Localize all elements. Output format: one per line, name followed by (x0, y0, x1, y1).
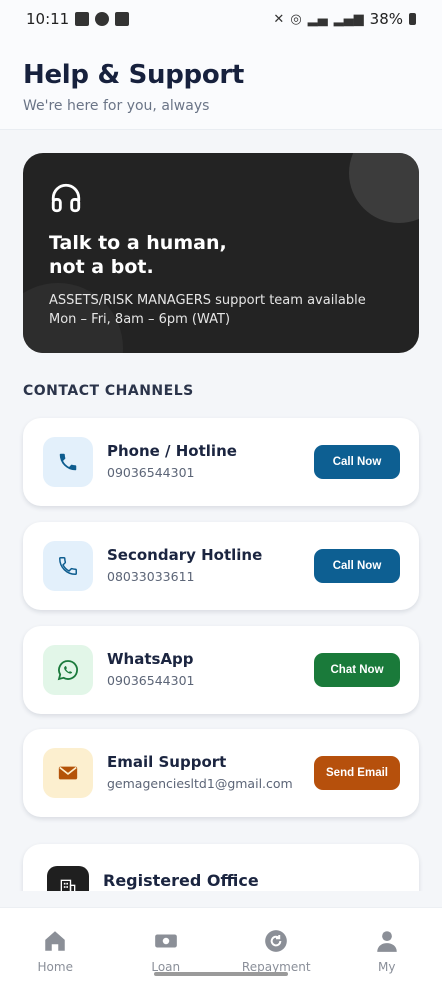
nav-label: My (378, 960, 396, 974)
status-right: ✕ ◎ ▂▄ ▂▄▆ 38% (273, 10, 416, 28)
signal-2-icon: ▂▄▆ (333, 11, 364, 27)
contact-value: 09036544301 (107, 673, 195, 688)
app-notification-icon (115, 12, 130, 26)
mail-icon (58, 766, 78, 780)
person-icon (377, 931, 397, 952)
section-title: CONTACT CHANNELS (23, 383, 194, 399)
phone-outline-icon (59, 557, 77, 575)
building-icon-tile (47, 866, 89, 891)
registered-office-card[interactable]: Registered Office (23, 844, 419, 891)
headphones-icon (51, 183, 81, 213)
nav-label: Home (37, 960, 73, 974)
contact-title: Secondary Hotline (107, 546, 263, 564)
phone-icon-tile (43, 437, 93, 487)
nav-item-my[interactable]: My (332, 908, 442, 983)
contact-card-whatsapp: WhatsApp 09036544301 Chat Now (23, 626, 419, 714)
gallery-icon (75, 12, 90, 26)
home-icon (45, 931, 65, 951)
whatsapp-icon (57, 660, 78, 681)
mail-icon-tile (43, 748, 93, 798)
page-title: Help & Support (23, 60, 245, 90)
home-indicator[interactable] (154, 972, 288, 976)
hero-description-line2: Mon – Fri, 8am – 6pm (WAT) (49, 312, 231, 327)
contact-title: Email Support (107, 753, 227, 771)
chat-now-button[interactable]: Chat Now (314, 653, 400, 687)
status-time: 10:11 (26, 10, 70, 28)
signal-icon: ▂▄ (307, 11, 328, 27)
contact-value: gemagenciesltd1@gmail.com (107, 776, 293, 791)
call-now-button[interactable]: Call Now (314, 549, 400, 583)
page-subtitle: We're here for you, always (23, 98, 210, 114)
nav-item-home[interactable]: Home (0, 908, 111, 983)
hero-title-line2: not a bot. (49, 256, 154, 278)
office-title: Registered Office (103, 871, 259, 890)
battery-text: 38% (369, 10, 403, 28)
page-header: Help & Support We're here for you, alway… (0, 38, 442, 130)
contact-title: Phone / Hotline (107, 442, 237, 460)
mute-icon: ✕ (273, 11, 285, 27)
contact-card-email: Email Support gemagenciesltd1@gmail.com … (23, 729, 419, 817)
hero-title-line1: Talk to a human, (49, 232, 227, 254)
decorative-circle (349, 153, 419, 223)
hotspot-icon: ◎ (290, 11, 302, 27)
status-bar: 10:11 ✕ ◎ ▂▄ ▂▄▆ 38% (0, 0, 442, 38)
contact-title: WhatsApp (107, 650, 194, 668)
hero-description-line1: ASSETS/RISK MANAGERS support team availa… (49, 293, 366, 308)
hero-title: Talk to a human, not a bot. (49, 231, 227, 279)
phone-icon (59, 453, 77, 471)
support-hero-card: Talk to a human, not a bot. ASSETS/RISK … (23, 153, 419, 353)
whatsapp-status-icon (95, 12, 110, 26)
send-email-button[interactable]: Send Email (314, 756, 400, 790)
contact-value: 09036544301 (107, 465, 195, 480)
whatsapp-icon-tile (43, 645, 93, 695)
phone-icon-tile (43, 541, 93, 591)
contact-card-phone: Phone / Hotline 09036544301 Call Now (23, 418, 419, 506)
scroll-content[interactable]: Talk to a human, not a bot. ASSETS/RISK … (0, 131, 442, 891)
battery-icon (409, 13, 416, 25)
contact-value: 08033033611 (107, 569, 195, 584)
building-icon (60, 879, 76, 891)
status-left: 10:11 (26, 10, 130, 28)
cash-icon (154, 934, 177, 948)
call-now-button[interactable]: Call Now (314, 445, 400, 479)
refresh-icon (265, 930, 288, 952)
contact-card-secondary: Secondary Hotline 08033033611 Call Now (23, 522, 419, 610)
